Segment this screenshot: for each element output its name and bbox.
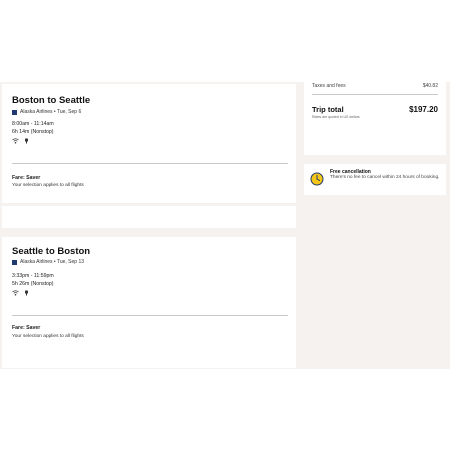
- price-summary-card: Taxes and fees $40.82 Trip total $197.20…: [304, 82, 446, 155]
- wifi-icon: [12, 138, 19, 144]
- taxes-label: Taxes and fees: [312, 83, 346, 89]
- outbound-amenities: [12, 138, 29, 144]
- trip-total-value: $197.20: [409, 105, 438, 114]
- return-fare-note: Your selection applies to all flights: [12, 334, 84, 339]
- currency-note: Rates are quoted in US dollars: [312, 115, 360, 119]
- outbound-fare-note: Your selection applies to all flights: [12, 183, 84, 188]
- airline-logo-icon: [12, 259, 17, 265]
- return-divider: [12, 315, 288, 316]
- outbound-airline-row: Alaska Airlines • Tue, Sep 6: [12, 109, 81, 115]
- outbound-duration: 6h 14m (Nonstop): [12, 129, 54, 135]
- taxes-value: $40.82: [422, 83, 438, 89]
- cancellation-text: There's no fee to cancel within 24 hours…: [330, 175, 440, 180]
- taxes-row: Taxes and fees $40.82: [312, 83, 438, 89]
- airline-logo-icon: [12, 109, 17, 115]
- power-icon: [25, 290, 28, 296]
- return-flight-card: Seattle to Boston Alaska Airlines • Tue,…: [2, 237, 296, 368]
- return-fare-label: Fare: Saver: [12, 325, 41, 331]
- trip-total-row: Trip total $197.20: [312, 105, 438, 114]
- return-amenities: [12, 290, 29, 296]
- free-cancellation-card: Free cancellation There's no fee to canc…: [304, 164, 446, 195]
- outbound-fare-label: Fare: Saver: [12, 175, 41, 181]
- outbound-flight-card: Boston to Seattle Alaska Airlines • Tue,…: [2, 84, 296, 203]
- return-airline-date: Alaska Airlines • Tue, Sep 13: [20, 259, 85, 265]
- return-route-title: Seattle to Boston: [12, 246, 91, 257]
- wifi-icon: [12, 290, 19, 296]
- outbound-times: 8:00am - 11:14am: [12, 121, 54, 127]
- power-icon: [25, 138, 28, 144]
- return-duration: 5h 26m (Nonstop): [12, 281, 54, 287]
- return-airline-row: Alaska Airlines • Tue, Sep 13: [12, 259, 84, 265]
- outbound-airline-date: Alaska Airlines • Tue, Sep 6: [20, 109, 82, 115]
- outbound-card-footer: [2, 206, 296, 228]
- clock-icon: [310, 172, 324, 186]
- outbound-route-title: Boston to Seattle: [12, 95, 91, 106]
- return-times: 3:33pm - 11:59pm: [12, 273, 54, 279]
- outbound-divider: [12, 163, 288, 164]
- summary-divider: [312, 94, 438, 95]
- trip-total-label: Trip total: [312, 105, 344, 114]
